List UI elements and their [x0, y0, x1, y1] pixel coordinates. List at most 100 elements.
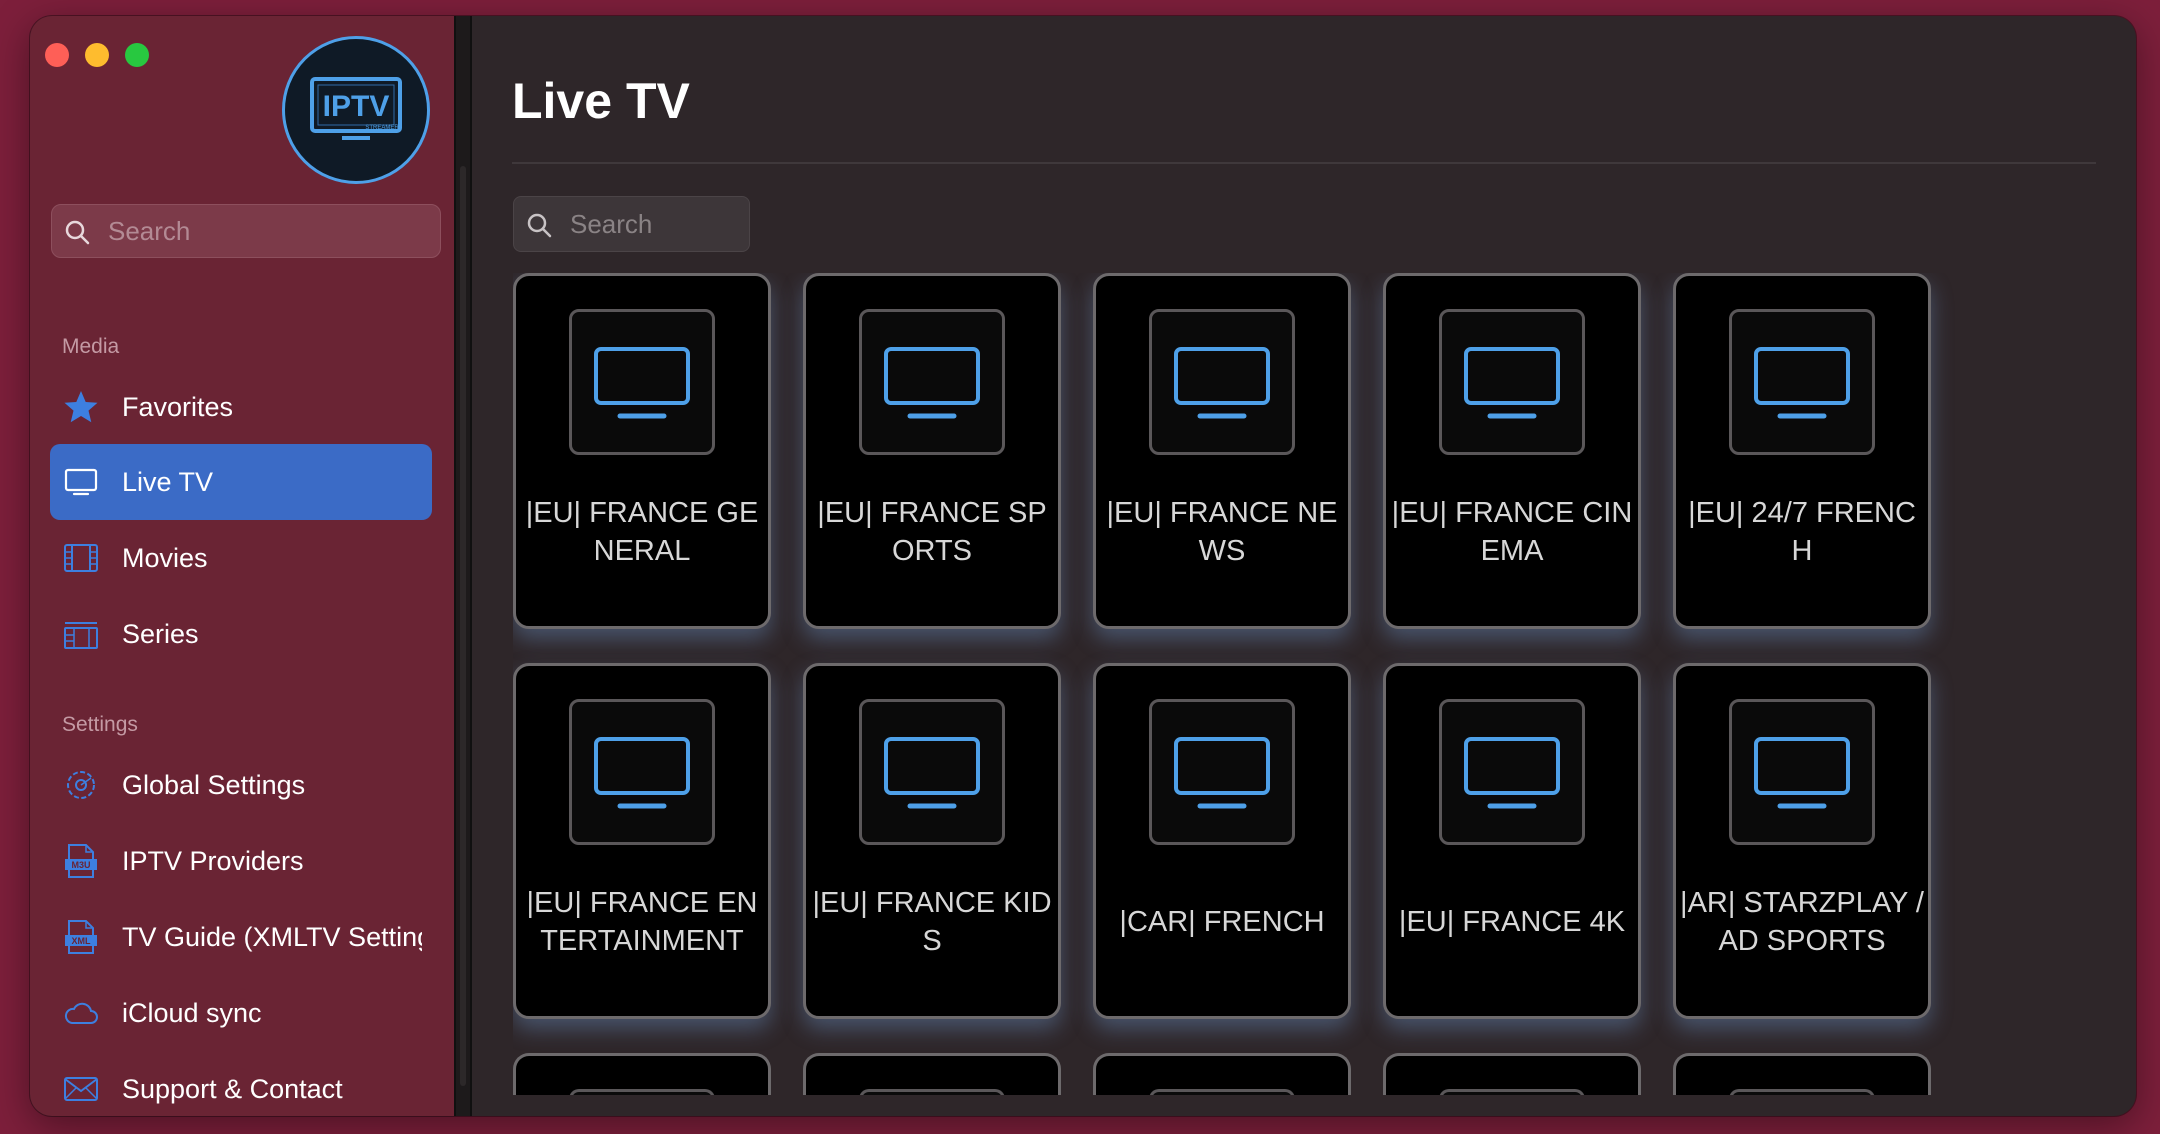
category-card[interactable]: |EU| FRANCE 4K [1383, 663, 1641, 1019]
tv-icon [1174, 737, 1270, 809]
logo-subtext: STREAMER [365, 125, 399, 131]
category-label: |AR| STARZPLAY / AD SPORTS [1680, 887, 1924, 957]
logo-wordmark: IPTV [323, 90, 390, 123]
sidebar-search-input[interactable] [106, 205, 430, 257]
sidebar-item-label: TV Guide (XMLTV Settings) [122, 922, 422, 952]
category-label: |EU| FRANCE NEWS [1106, 497, 1338, 567]
tv-icon [594, 737, 690, 809]
app-logo: IPTV STREAMER [282, 36, 430, 184]
sidebar-scrollbar[interactable] [454, 16, 472, 1116]
category-card[interactable]: |EU| FRANCE KIDS [803, 663, 1061, 1019]
sidebar-item-tv-guide[interactable]: XML TV Guide (XMLTV Settings) [50, 899, 432, 975]
tv-icon [1754, 347, 1850, 419]
sidebar-item-icloud-sync[interactable]: iCloud sync [50, 975, 432, 1051]
sidebar-item-label: Global Settings [122, 770, 306, 800]
category-label: |EU| FRANCE 4K [1398, 906, 1626, 938]
category-card[interactable] [1673, 1053, 1931, 1095]
zoom-window-button[interactable] [125, 43, 149, 67]
category-thumbnail [1149, 309, 1295, 455]
gear-icon [67, 771, 95, 799]
series-icon [64, 622, 98, 649]
main-content: Live TV |EU| FRANCE GENERAL |EU| FRANCE S… [472, 16, 2136, 1116]
sidebar-item-label: Support & Contact [122, 1074, 343, 1104]
category-card[interactable]: |CAR| FRENCH [1093, 663, 1351, 1019]
category-card[interactable]: |EU| FRANCE SPORTS [803, 273, 1061, 629]
category-card[interactable]: |AR| STARZPLAY / AD SPORTS [1673, 663, 1931, 1019]
sidebar-item-label: Series [122, 619, 199, 649]
app-window: IPTV STREAMER Media Favorites Li [30, 16, 2136, 1116]
tv-icon [64, 468, 98, 496]
tv-icon [594, 347, 690, 419]
tv-icon [1464, 737, 1560, 809]
category-card[interactable] [1383, 1053, 1641, 1095]
sidebar-item-movies[interactable]: Movies [50, 520, 432, 596]
title-divider [512, 162, 2096, 164]
category-label: |EU| FRANCE KIDS [812, 887, 1052, 957]
category-thumbnail [859, 1089, 1005, 1095]
scrollbar-thumb[interactable] [460, 166, 466, 1086]
tv-icon [1754, 737, 1850, 809]
sidebar: IPTV STREAMER Media Favorites Li [30, 16, 454, 1116]
tv-icon [884, 737, 980, 809]
category-label: |EU| FRANCE CINEMA [1391, 497, 1633, 567]
close-window-button[interactable] [45, 43, 69, 67]
sidebar-search[interactable] [51, 204, 441, 258]
sidebar-item-support[interactable]: Support & Contact [50, 1051, 432, 1116]
xml-file-icon: XML [65, 920, 97, 954]
page-title: Live TV [512, 73, 690, 129]
category-thumbnail [1439, 1089, 1585, 1095]
tv-icon [884, 347, 980, 419]
settings-section-label: Settings [62, 713, 138, 736]
category-label: |EU| FRANCE GENERAL [525, 497, 759, 567]
category-thumbnail [1149, 1089, 1295, 1095]
category-thumbnail [569, 1089, 715, 1095]
category-grid: |EU| FRANCE GENERAL |EU| FRANCE SPORTS |EU… [513, 273, 2013, 1095]
category-search[interactable] [513, 196, 750, 252]
search-icon [527, 213, 552, 238]
sidebar-item-live-tv[interactable]: Live TV [50, 444, 432, 520]
xml-icon-text: XML [72, 936, 92, 946]
tv-icon [1464, 347, 1560, 419]
sidebar-item-favorites[interactable]: Favorites [50, 369, 432, 445]
category-search-input[interactable] [568, 197, 743, 251]
m3u-file-icon: M3U [65, 844, 97, 878]
tv-icon [1174, 347, 1270, 419]
sidebar-item-label: Live TV [122, 467, 214, 497]
cloud-icon [64, 1002, 98, 1024]
media-section-label: Media [62, 335, 120, 358]
category-label: |CAR| FRENCH [1119, 906, 1325, 938]
category-card[interactable]: |EU| FRANCE ENTERTAINMENT [513, 663, 771, 1019]
category-thumbnail [1439, 309, 1585, 455]
sidebar-item-global-settings[interactable]: Global Settings [50, 747, 432, 823]
category-card[interactable] [1093, 1053, 1351, 1095]
category-label: |EU| FRANCE SPORTS [817, 497, 1047, 567]
sidebar-item-label: IPTV Providers [122, 846, 304, 876]
category-thumbnail [859, 309, 1005, 455]
film-icon [64, 544, 98, 572]
sidebar-item-label: Favorites [122, 392, 234, 422]
sidebar-item-label: Movies [122, 543, 208, 573]
category-thumbnail [1729, 699, 1875, 845]
category-label: |EU| FRANCE ENTERTAINMENT [526, 887, 758, 957]
envelope-icon [64, 1077, 98, 1101]
minimize-window-button[interactable] [85, 43, 109, 67]
sidebar-item-label: iCloud sync [122, 998, 262, 1028]
category-thumbnail [859, 699, 1005, 845]
category-card[interactable]: |EU| FRANCE GENERAL [513, 273, 771, 629]
category-card[interactable] [513, 1053, 771, 1095]
category-thumbnail [569, 309, 715, 455]
category-thumbnail [1729, 1089, 1875, 1095]
category-thumbnail [1149, 699, 1295, 845]
m3u-icon-text: M3U [71, 860, 90, 870]
category-card[interactable]: |EU| FRANCE CINEMA [1383, 273, 1641, 629]
category-label: |EU| 24/7 FRENCH [1688, 497, 1916, 567]
category-thumbnail [569, 699, 715, 845]
sidebar-item-series[interactable]: Series [50, 596, 432, 672]
star-icon [64, 391, 98, 423]
category-card[interactable] [803, 1053, 1061, 1095]
sidebar-item-iptv-providers[interactable]: M3U IPTV Providers [50, 823, 432, 899]
category-card[interactable]: |EU| FRANCE NEWS [1093, 273, 1351, 629]
category-card[interactable]: |EU| 24/7 FRENCH [1673, 273, 1931, 629]
category-thumbnail [1439, 699, 1585, 845]
category-thumbnail [1729, 309, 1875, 455]
